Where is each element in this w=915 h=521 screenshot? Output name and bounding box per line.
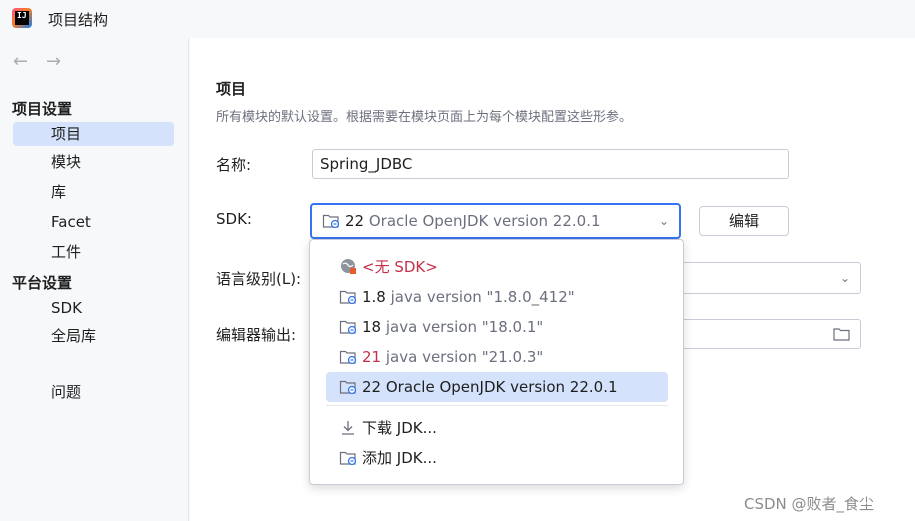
sdk-combobox[interactable]: 22 Oracle OpenJDK version 22.0.1 ⌄ xyxy=(310,203,681,239)
sdk-option-name: Oracle OpenJDK version 22.0.1 xyxy=(385,378,618,396)
popup-divider xyxy=(326,405,668,406)
add-jdk-item[interactable]: 添加 JDK... xyxy=(326,443,668,473)
sidebar-item-artifacts[interactable]: 工件 xyxy=(13,240,174,264)
chevron-down-icon: ⌄ xyxy=(839,271,850,285)
sidebar-item-project[interactable]: 项目 xyxy=(13,122,174,146)
compiler-output-label: 编辑器输出: xyxy=(216,326,297,344)
sidebar-item-libraries[interactable]: 库 xyxy=(13,180,174,204)
page-description: 所有模块的默认设置。根据需要在模块页面上为每个模块配置这些形参。 xyxy=(216,110,633,125)
title-bar: IJ 项目结构 xyxy=(0,0,915,38)
jdk-folder-icon xyxy=(322,209,342,229)
sdk-option-version: 1.8 xyxy=(362,288,386,306)
sdk-option-version: 21 xyxy=(362,348,382,366)
jdk-folder-icon xyxy=(339,376,359,395)
sdk-option-21[interactable]: 21 java version "21.0.3" xyxy=(326,342,668,372)
project-settings-header: 项目设置 xyxy=(12,100,73,118)
sdk-selected-name: Oracle OpenJDK version 22.0.1 xyxy=(368,212,601,230)
download-icon xyxy=(339,417,359,435)
sdk-option-none-label: <无 SDK> xyxy=(362,258,438,276)
arrow-left-icon[interactable]: ← xyxy=(13,52,28,72)
sdk-option-version: 22 xyxy=(362,378,382,396)
sidebar-item-global-libraries[interactable]: 全局库 xyxy=(13,324,174,348)
sidebar-item-sdk[interactable]: SDK xyxy=(13,296,174,320)
compiler-output-field[interactable] xyxy=(680,319,861,349)
sdk-selected-version: 22 xyxy=(345,212,365,230)
sdk-option-name: java version "1.8.0_412" xyxy=(390,288,575,306)
download-jdk-label: 下载 JDK... xyxy=(362,419,437,437)
jdk-folder-icon xyxy=(339,286,359,305)
jdk-folder-icon xyxy=(339,447,359,466)
language-level-combobox[interactable]: ⌄ xyxy=(680,262,861,294)
name-label: 名称: xyxy=(216,156,252,174)
sidebar: ← → 项目设置 项目 模块 库 Facet 工件 平台设置 SDK 全局库 问… xyxy=(0,38,189,521)
name-input[interactable]: Spring_JDBC xyxy=(312,149,789,179)
jdk-folder-icon xyxy=(339,316,359,335)
sidebar-item-problems[interactable]: 问题 xyxy=(13,380,174,404)
sdk-option-18[interactable]: 18 java version "18.0.1" xyxy=(326,312,668,342)
sdk-dropdown-popup: <无 SDK> 1.8 java version "1.8.0_412" 18 … xyxy=(309,239,684,485)
sidebar-item-facets[interactable]: Facet xyxy=(13,210,174,234)
chevron-down-icon: ⌄ xyxy=(658,214,669,228)
page-title: 项目 xyxy=(216,80,247,98)
arrow-right-icon[interactable]: → xyxy=(46,52,61,72)
sdk-option-none[interactable]: <无 SDK> xyxy=(326,252,668,282)
platform-settings-header: 平台设置 xyxy=(12,274,73,292)
sdk-option-name: java version "21.0.3" xyxy=(385,348,544,366)
folder-icon[interactable] xyxy=(833,327,850,341)
intellij-idea-icon: IJ xyxy=(12,8,32,28)
jdk-folder-icon xyxy=(339,346,359,365)
no-sdk-globe-icon xyxy=(339,256,359,274)
sdk-option-name: java version "18.0.1" xyxy=(385,318,544,336)
language-level-label: 语言级别(L): xyxy=(216,270,302,288)
window-title: 项目结构 xyxy=(48,11,109,29)
watermark: CSDN @败者_食尘 xyxy=(744,495,875,513)
sdk-label: SDK: xyxy=(216,210,252,228)
download-jdk-item[interactable]: 下载 JDK... xyxy=(326,413,668,443)
sdk-option-1-8[interactable]: 1.8 java version "1.8.0_412" xyxy=(326,282,668,312)
edit-sdk-button[interactable]: 编辑 xyxy=(699,206,789,236)
sdk-option-22[interactable]: 22 Oracle OpenJDK version 22.0.1 xyxy=(326,372,668,402)
sidebar-item-modules[interactable]: 模块 xyxy=(13,150,174,174)
sdk-option-version: 18 xyxy=(362,318,382,336)
add-jdk-label: 添加 JDK... xyxy=(362,449,437,467)
